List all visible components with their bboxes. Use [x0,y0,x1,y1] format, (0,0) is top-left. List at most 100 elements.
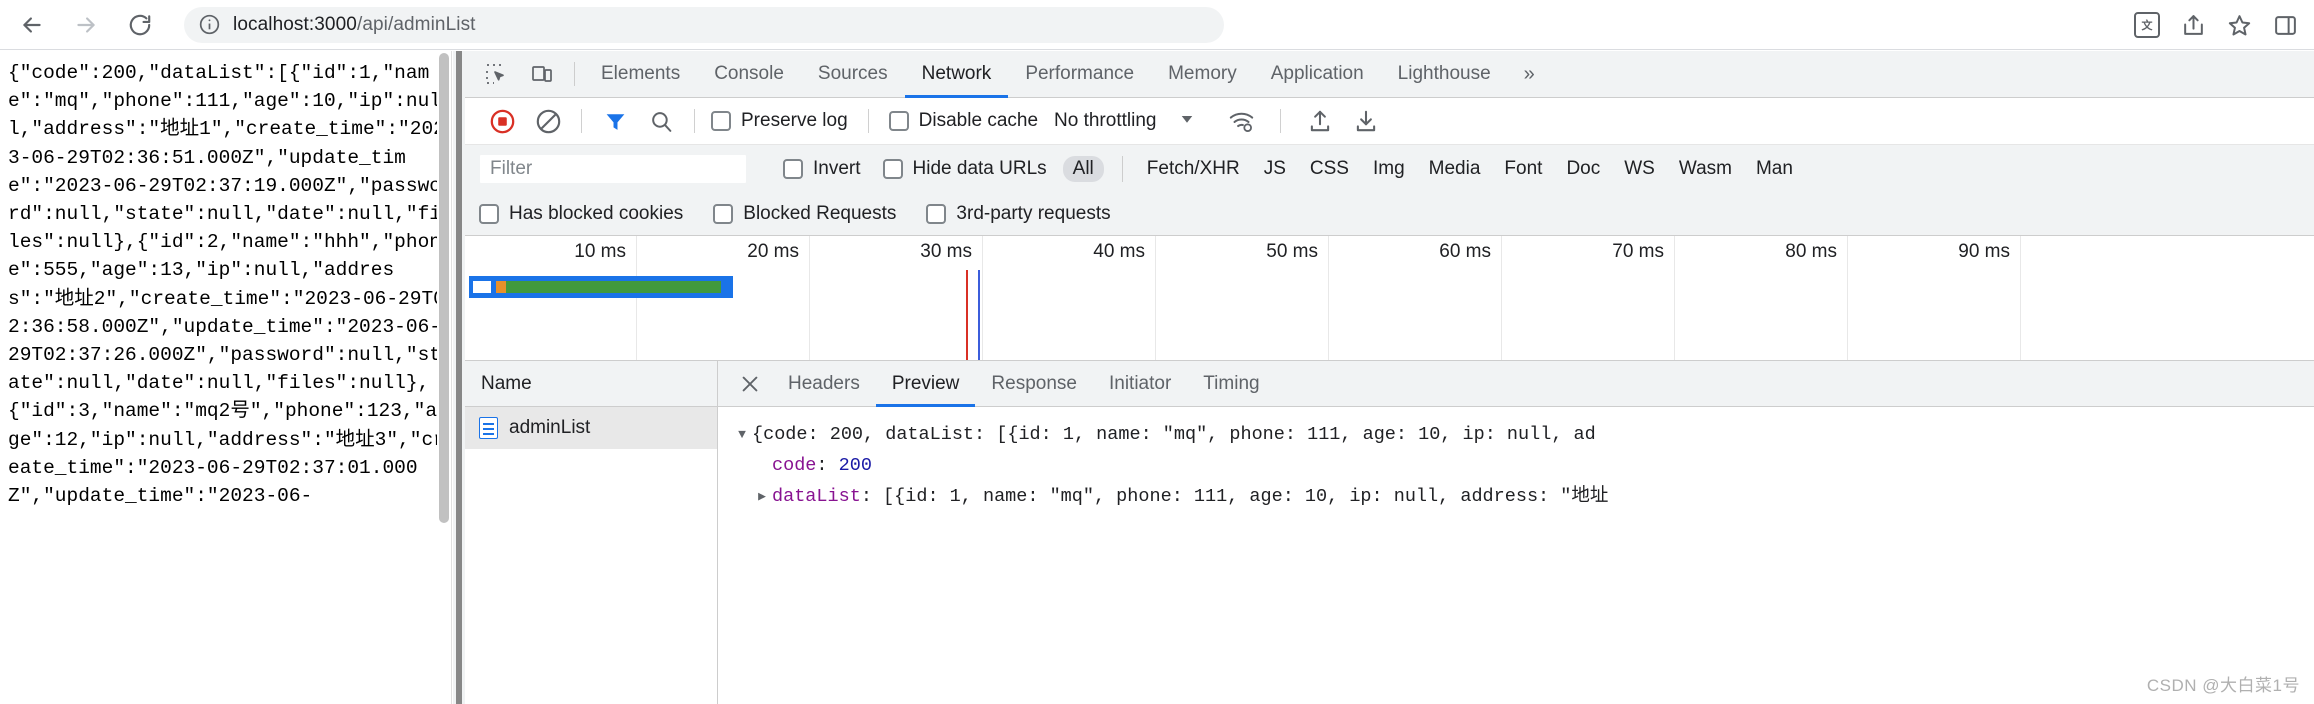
preserve-log-box[interactable] [711,111,731,131]
share-button[interactable] [2172,4,2214,46]
overview-bar-idle [473,281,491,293]
star-icon [2228,14,2250,35]
collapse-triangle-icon[interactable] [752,481,772,512]
address-bar[interactable]: localhost:3000/api/adminList [184,6,1224,43]
tab-network[interactable]: Network [905,51,1009,98]
forward-button[interactable] [64,3,108,47]
detail-tab-timing[interactable]: Timing [1187,361,1275,407]
table-row[interactable]: adminList [465,407,717,449]
preview-datalist-key: dataList [772,486,861,507]
type-filter-ws[interactable]: WS [1614,156,1665,182]
tab-application-label: Application [1270,63,1364,84]
third-party-requests-label: 3rd-party requests [956,202,1111,224]
detail-tab-initiator[interactable]: Initiator [1093,361,1187,407]
throttling-select[interactable]: No throttling [1054,110,1156,132]
close-detail-button[interactable] [728,362,772,406]
tabstrip-divider [574,62,575,86]
reload-button[interactable] [118,3,162,47]
type-filter-js[interactable]: JS [1254,156,1296,182]
has-blocked-cookies-checkbox[interactable]: Has blocked cookies [479,203,683,225]
type-filter-media[interactable]: Media [1419,156,1491,182]
tab-console[interactable]: Console [697,51,801,98]
tab-elements[interactable]: Elements [584,51,697,98]
inspect-element-button[interactable] [473,54,519,94]
throttling-value: No throttling [1054,110,1157,131]
type-filter-wasm[interactable]: Wasm [1669,156,1742,182]
filter-input[interactable] [479,153,747,184]
json-scrollbar-thumb[interactable] [439,53,449,523]
import-har-button[interactable] [1297,101,1343,141]
type-filter-fetch-xhr[interactable]: Fetch/XHR [1137,156,1250,182]
disable-cache-checkbox[interactable]: Disable cache [888,110,1038,132]
preview-line-datalist[interactable]: dataList: [{id: 1, name: "mq", phone: 11… [732,481,2314,512]
back-button[interactable] [10,3,54,47]
search-button[interactable] [638,101,684,141]
type-filter-doc[interactable]: Doc [1556,156,1610,182]
tab-application[interactable]: Application [1254,51,1381,98]
tab-sources[interactable]: Sources [801,51,905,98]
overview-gridline [1674,236,1675,360]
type-filter-fetch-xhr-label: Fetch/XHR [1146,157,1240,179]
more-tabs-button[interactable]: » [1508,51,1551,98]
hide-data-urls-box[interactable] [882,158,903,179]
preview-datalist-value: [{id: 1, name: "mq", phone: 111, age: 10… [883,486,1609,507]
tab-performance[interactable]: Performance [1008,51,1151,98]
device-toolbar-button[interactable] [519,54,565,94]
overview-gridline [809,236,810,360]
network-overview[interactable]: 10 ms 20 ms 30 ms 40 ms 50 ms 60 ms 70 m… [465,236,2314,361]
hide-data-urls-checkbox[interactable]: Hide data URLs [882,157,1047,180]
devtools-resize-handle[interactable] [453,51,465,704]
type-filter-doc-label: Doc [1566,157,1601,179]
type-filter-manifest[interactable]: Man [1746,156,1803,182]
site-info-icon[interactable] [198,13,221,36]
has-blocked-cookies-box[interactable] [479,203,499,224]
type-filter-font[interactable]: Font [1494,156,1552,182]
translate-icon: 文 [2134,12,2160,38]
blocked-requests-checkbox[interactable]: Blocked Requests [713,203,896,225]
disable-cache-box[interactable] [888,111,909,131]
overview-tick-label: 60 ms [1439,241,1491,262]
type-filter-css[interactable]: CSS [1300,156,1359,182]
type-filter-img[interactable]: Img [1363,156,1415,182]
filter-toggle-button[interactable] [592,101,638,141]
third-party-requests-box[interactable] [926,203,947,224]
devtools-resize-grip[interactable] [456,51,462,704]
export-har-button[interactable] [1343,101,1389,141]
detail-tab-headers[interactable]: Headers [772,361,876,407]
clear-button[interactable] [525,101,571,141]
type-filter-img-label: Img [1372,157,1405,179]
translate-button[interactable]: 文 [2126,4,2168,46]
side-panel-button[interactable] [2264,4,2306,46]
close-icon [742,376,758,391]
preserve-log-checkbox[interactable]: Preserve log [711,110,848,132]
request-list-header[interactable]: Name [465,361,717,407]
invert-box[interactable] [783,158,803,179]
detail-tab-timing-label: Timing [1203,372,1260,394]
wifi-gear-icon [1229,112,1254,132]
preview-line-code[interactable]: code: 200 [732,450,2314,481]
bookmark-button[interactable] [2218,4,2260,46]
detail-tab-headers-label: Headers [788,372,860,394]
invert-checkbox[interactable]: Invert [783,158,861,180]
preview-colon-2: : [860,486,884,507]
type-filter-all[interactable]: All [1062,155,1104,182]
detail-tab-preview[interactable]: Preview [876,361,976,407]
type-filter-divider [1121,155,1123,182]
tab-lighthouse[interactable]: Lighthouse [1381,51,1508,98]
request-detail-tabs: Headers Preview Response Initiator Timin… [718,361,2314,407]
record-button[interactable] [479,101,525,141]
preserve-log-label: Preserve log [741,110,848,131]
preview-line-root[interactable]: {code: 200, dataList: [{id: 1, name: "mq… [732,419,2314,450]
toolbar-divider-2 [694,109,695,133]
hide-data-urls-label: Hide data URLs [912,157,1047,179]
third-party-requests-checkbox[interactable]: 3rd-party requests [926,202,1111,225]
expand-triangle-icon[interactable] [732,419,752,450]
overview-gridline [982,236,983,360]
json-scrollbar[interactable] [437,51,451,704]
tab-memory[interactable]: Memory [1151,51,1254,98]
network-conditions-button[interactable] [1218,101,1264,141]
blocked-requests-box[interactable] [713,203,734,224]
more-tabs-label: » [1523,62,1535,85]
chevron-down-icon[interactable] [1178,110,1196,133]
detail-tab-response[interactable]: Response [975,361,1093,407]
